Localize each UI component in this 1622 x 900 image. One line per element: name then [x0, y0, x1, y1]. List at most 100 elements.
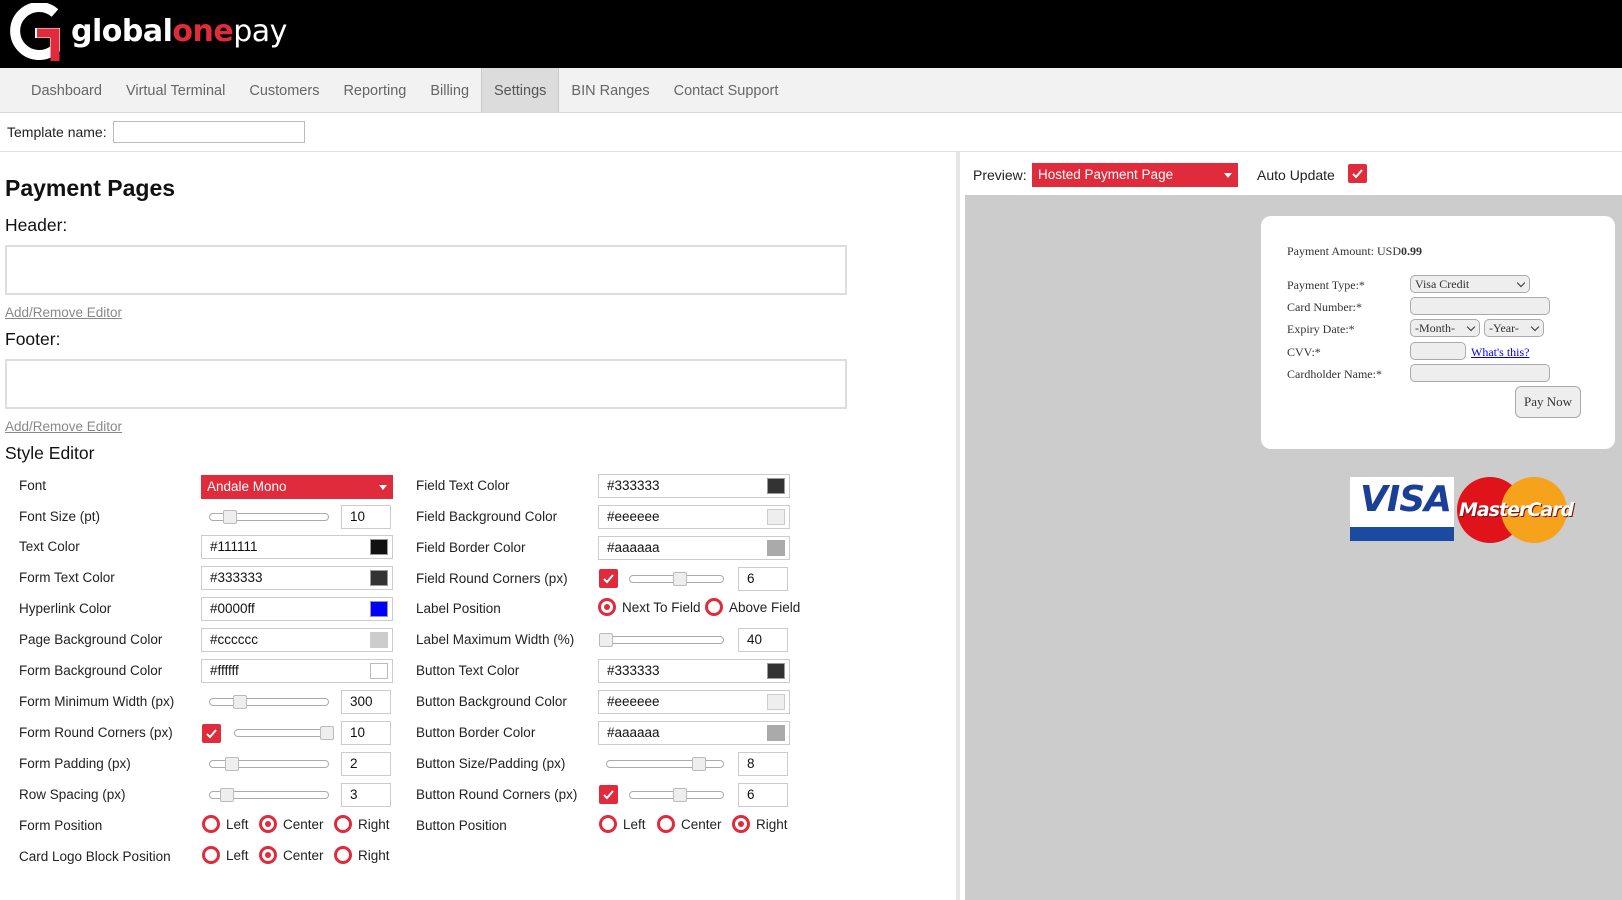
whats-this-link[interactable]: What's this?	[1471, 345, 1529, 360]
field-text-color-swatch[interactable]	[767, 478, 785, 494]
slider-thumb[interactable]	[692, 757, 706, 771]
button-round-corners-checkbox[interactable]	[599, 785, 618, 804]
form-bg-color-input[interactable]: #ffffff	[201, 659, 393, 683]
row-spacing-slider[interactable]	[209, 788, 329, 802]
field-bg-color-label: Field Background Color	[416, 509, 558, 524]
header-editor[interactable]	[5, 245, 847, 295]
form-padding-input[interactable]: 2	[341, 752, 391, 776]
button-size-input[interactable]: 8	[738, 752, 788, 776]
slider-thumb[interactable]	[599, 633, 613, 647]
form-round-corners-slider[interactable]	[234, 726, 334, 740]
button-round-corners-slider[interactable]	[629, 788, 724, 802]
label-position-next-radio[interactable]: Next To Field	[598, 598, 701, 616]
nav-customers[interactable]: Customers	[237, 68, 331, 112]
nav-billing[interactable]: Billing	[418, 68, 481, 112]
expiry-year-select[interactable]: -Year-	[1484, 319, 1544, 337]
preview-select[interactable]: Hosted Payment Page	[1032, 163, 1238, 187]
expiry-month-select[interactable]: -Month-	[1410, 319, 1480, 337]
button-border-color-swatch[interactable]	[767, 725, 785, 741]
field-text-color-input[interactable]: #333333	[598, 474, 790, 498]
text-color-input[interactable]: #111111	[201, 535, 393, 559]
field-round-corners-slider[interactable]	[629, 572, 724, 586]
form-text-color-swatch[interactable]	[370, 570, 388, 586]
font-size-label: Font Size (pt)	[19, 509, 101, 524]
button-bg-color-swatch[interactable]	[767, 694, 785, 710]
template-name-input[interactable]	[112, 121, 305, 143]
button-position-right-radio[interactable]: Right	[732, 815, 788, 833]
form-position-left-radio[interactable]: Left	[202, 815, 249, 833]
nav-dashboard[interactable]: Dashboard	[19, 68, 114, 112]
payment-type-label: Payment Type:*	[1287, 278, 1365, 292]
chevron-down-icon	[1224, 173, 1232, 178]
slider-thumb[interactable]	[220, 788, 234, 802]
field-bg-color-swatch[interactable]	[767, 509, 785, 525]
nav-reporting[interactable]: Reporting	[331, 68, 418, 112]
pay-now-button[interactable]: Pay Now	[1515, 386, 1581, 418]
slider-thumb[interactable]	[320, 726, 334, 740]
panel-splitter[interactable]	[956, 152, 960, 900]
page-bg-color-swatch[interactable]	[370, 632, 388, 648]
slider-thumb[interactable]	[673, 788, 687, 802]
hyperlink-color-input[interactable]: #0000ff	[201, 597, 393, 621]
visa-logo: VISA	[1350, 477, 1454, 541]
slider-thumb[interactable]	[233, 695, 247, 709]
font-size-slider[interactable]	[209, 510, 329, 524]
font-label: Font	[19, 478, 47, 493]
footer-editor[interactable]	[5, 359, 847, 409]
radio-label: Right	[358, 816, 390, 832]
form-text-color-input[interactable]: #333333	[201, 566, 393, 590]
font-size-input[interactable]: 10	[341, 505, 391, 529]
button-position-left-radio[interactable]: Left	[599, 815, 646, 833]
card-logo-right-radio[interactable]: Right	[334, 846, 390, 864]
auto-update-checkbox[interactable]	[1348, 164, 1367, 183]
form-bg-color-swatch[interactable]	[370, 663, 388, 679]
nav-bin-ranges[interactable]: BIN Ranges	[559, 68, 661, 112]
form-padding-slider[interactable]	[209, 757, 329, 771]
font-select[interactable]: Andale Mono	[201, 475, 393, 499]
field-bg-color-input[interactable]: #eeeeee	[598, 505, 790, 529]
field-border-color-input[interactable]: #aaaaaa	[598, 536, 790, 560]
label-max-width-slider[interactable]	[599, 633, 724, 647]
text-color-swatch[interactable]	[370, 539, 388, 555]
field-round-corners-input[interactable]: 6	[738, 567, 788, 591]
nav-contact-support[interactable]: Contact Support	[662, 68, 791, 112]
slider-thumb[interactable]	[673, 572, 687, 586]
field-border-color-swatch[interactable]	[767, 540, 785, 556]
cvv-input[interactable]	[1410, 342, 1466, 360]
form-position-right-radio[interactable]: Right	[334, 815, 390, 833]
button-round-corners-input[interactable]: 6	[738, 783, 788, 807]
form-min-width-input[interactable]: 300	[341, 690, 391, 714]
button-border-color-input[interactable]: #aaaaaa	[598, 721, 790, 745]
card-logo-center-radio[interactable]: Center	[259, 846, 324, 864]
button-bg-color-input[interactable]: #eeeeee	[598, 690, 790, 714]
slider-thumb[interactable]	[225, 757, 239, 771]
payment-type-select[interactable]: Visa Credit	[1410, 275, 1530, 293]
radio-icon	[202, 846, 220, 864]
button-text-color-input[interactable]: #333333	[598, 659, 790, 683]
button-text-color-swatch[interactable]	[767, 663, 785, 679]
label-max-width-input[interactable]: 40	[738, 628, 788, 652]
button-size-slider[interactable]	[606, 757, 724, 771]
nav-virtual-terminal[interactable]: Virtual Terminal	[114, 68, 237, 112]
label-position-above-radio[interactable]: Above Field	[705, 598, 800, 616]
form-position-center-radio[interactable]: Center	[259, 815, 324, 833]
form-round-corners-input[interactable]: 10	[341, 721, 391, 745]
radio-label: Left	[226, 816, 249, 832]
button-position-center-radio[interactable]: Center	[657, 815, 722, 833]
nav-settings[interactable]: Settings	[481, 68, 560, 112]
globalonepay-logo-icon	[10, 3, 60, 61]
page-bg-color-input[interactable]: #cccccc	[201, 628, 393, 652]
form-round-corners-checkbox[interactable]	[202, 724, 221, 743]
hyperlink-color-swatch[interactable]	[370, 601, 388, 617]
slider-thumb[interactable]	[223, 510, 237, 524]
field-round-corners-checkbox[interactable]	[599, 569, 618, 588]
cardholder-name-input[interactable]	[1410, 364, 1550, 382]
button-text-color-value: #333333	[607, 663, 660, 678]
header-add-remove-editor-link[interactable]: Add/Remove Editor	[5, 305, 122, 320]
card-logo-left-radio[interactable]: Left	[202, 846, 249, 864]
row-spacing-input[interactable]: 3	[341, 783, 391, 807]
footer-add-remove-editor-link[interactable]: Add/Remove Editor	[5, 419, 122, 434]
card-number-input[interactable]	[1410, 297, 1550, 315]
form-min-width-slider[interactable]	[209, 695, 329, 709]
logo[interactable]: globalonepay	[5, 3, 287, 65]
